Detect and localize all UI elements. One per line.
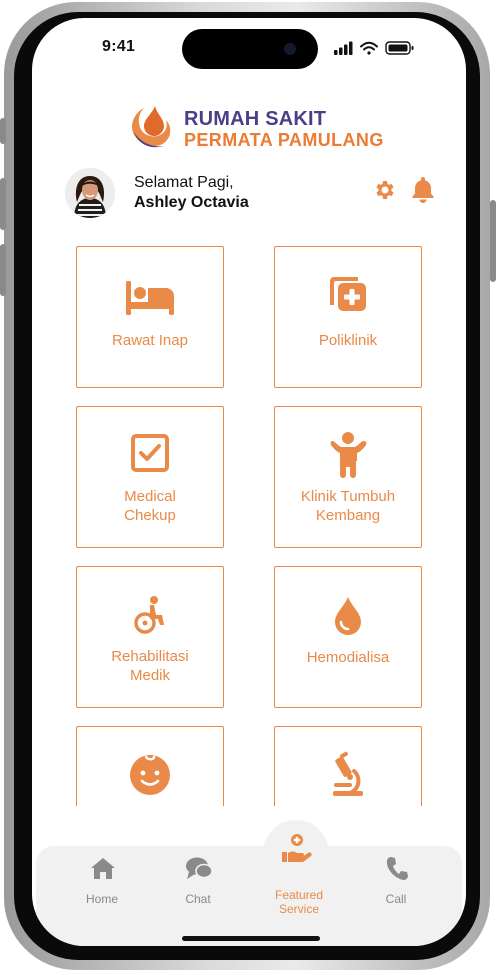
signal-icon bbox=[334, 41, 353, 55]
wifi-icon bbox=[360, 41, 378, 55]
service-label: Rawat Inap bbox=[112, 332, 188, 349]
bed-icon bbox=[126, 281, 174, 315]
service-label-line1: Medical bbox=[124, 488, 176, 505]
first-aid-icon bbox=[330, 277, 366, 311]
logo-subtitle: PERMATA PAMULANG bbox=[184, 130, 384, 150]
greeting-text: Selamat Pagi, bbox=[134, 174, 234, 191]
service-label: Poliklinik bbox=[318, 332, 378, 349]
service-card-medical-chekup[interactable]: Medical Chekup bbox=[76, 406, 224, 548]
microscope-icon bbox=[333, 751, 363, 796]
status-bar: 9:41 bbox=[32, 18, 466, 76]
service-card-rawat-inap[interactable]: Rawat Inap bbox=[76, 246, 224, 388]
tab-call[interactable]: Call bbox=[356, 846, 436, 946]
service-card-rehabilitasi-medik[interactable]: Rehabilitasi Medik bbox=[76, 566, 224, 708]
dynamic-island bbox=[182, 29, 318, 69]
home-icon bbox=[91, 858, 115, 879]
service-card-klinik-tumbuh-kembang[interactable]: Klinik Tumbuh Kembang bbox=[274, 406, 422, 548]
volume-up-button bbox=[0, 178, 6, 230]
service-label-line1: Klinik Tumbuh bbox=[300, 488, 396, 505]
tab-chat[interactable]: Chat bbox=[158, 846, 238, 946]
status-time: 9:41 bbox=[102, 38, 136, 55]
service-label: Hemodialisa bbox=[306, 649, 390, 666]
bell-icon[interactable] bbox=[410, 175, 436, 203]
avatar-image bbox=[65, 168, 115, 218]
tab-label: Home bbox=[85, 892, 118, 906]
power-button bbox=[490, 200, 496, 282]
tab-featured-service-label[interactable]: Featured Service bbox=[260, 888, 338, 916]
logo-title: RUMAH SAKIT bbox=[184, 108, 327, 130]
camera-icon bbox=[284, 43, 296, 55]
tab-label-line1: Featured bbox=[274, 888, 324, 902]
home-indicator[interactable] bbox=[182, 936, 320, 941]
volume-down-button bbox=[0, 244, 6, 296]
checkbox-icon bbox=[131, 434, 169, 472]
avatar[interactable] bbox=[65, 168, 115, 218]
tab-home[interactable]: Home bbox=[62, 846, 142, 946]
status-icons bbox=[334, 41, 414, 55]
service-card-hemodialisa[interactable]: Hemodialisa bbox=[274, 566, 422, 708]
hospital-logo: RUMAH SAKIT PERMATA PAMULANG bbox=[124, 100, 394, 156]
hand-heart-icon bbox=[282, 834, 312, 862]
service-card-poliklinik[interactable]: Poliklinik bbox=[274, 246, 422, 388]
phone-icon bbox=[386, 857, 408, 880]
service-grid: Rawat Inap Poliklinik Medical Chekup Kli… bbox=[32, 246, 466, 806]
tab-label-line2: Service bbox=[278, 902, 319, 916]
tab-label: Call bbox=[385, 892, 407, 906]
user-name: Ashley Octavia bbox=[134, 194, 249, 211]
battery-icon bbox=[385, 41, 414, 55]
service-card-laboratorium[interactable] bbox=[274, 726, 422, 806]
service-label-line2: Medik bbox=[129, 667, 170, 684]
baby-face-icon bbox=[130, 755, 170, 795]
service-label-line1: Rehabilitasi bbox=[111, 648, 189, 665]
tab-label: Chat bbox=[185, 892, 211, 906]
chat-icon bbox=[186, 857, 213, 879]
child-icon bbox=[330, 432, 367, 478]
mute-switch bbox=[0, 118, 6, 144]
featured-service-button[interactable] bbox=[263, 820, 329, 886]
wheelchair-icon bbox=[134, 596, 164, 634]
drop-icon bbox=[335, 597, 361, 635]
service-card-baby[interactable] bbox=[76, 726, 224, 806]
logo-drop-icon bbox=[132, 106, 171, 148]
service-label-line2: Kembang bbox=[315, 507, 381, 524]
app-screen: 9:41 RUMAH SAKIT PERMATA PAMULANG Selama… bbox=[32, 18, 466, 946]
gear-icon[interactable] bbox=[373, 178, 397, 202]
bottom-tab-bar: Home Chat Call bbox=[36, 846, 462, 946]
service-label-line2: Chekup bbox=[124, 507, 176, 524]
